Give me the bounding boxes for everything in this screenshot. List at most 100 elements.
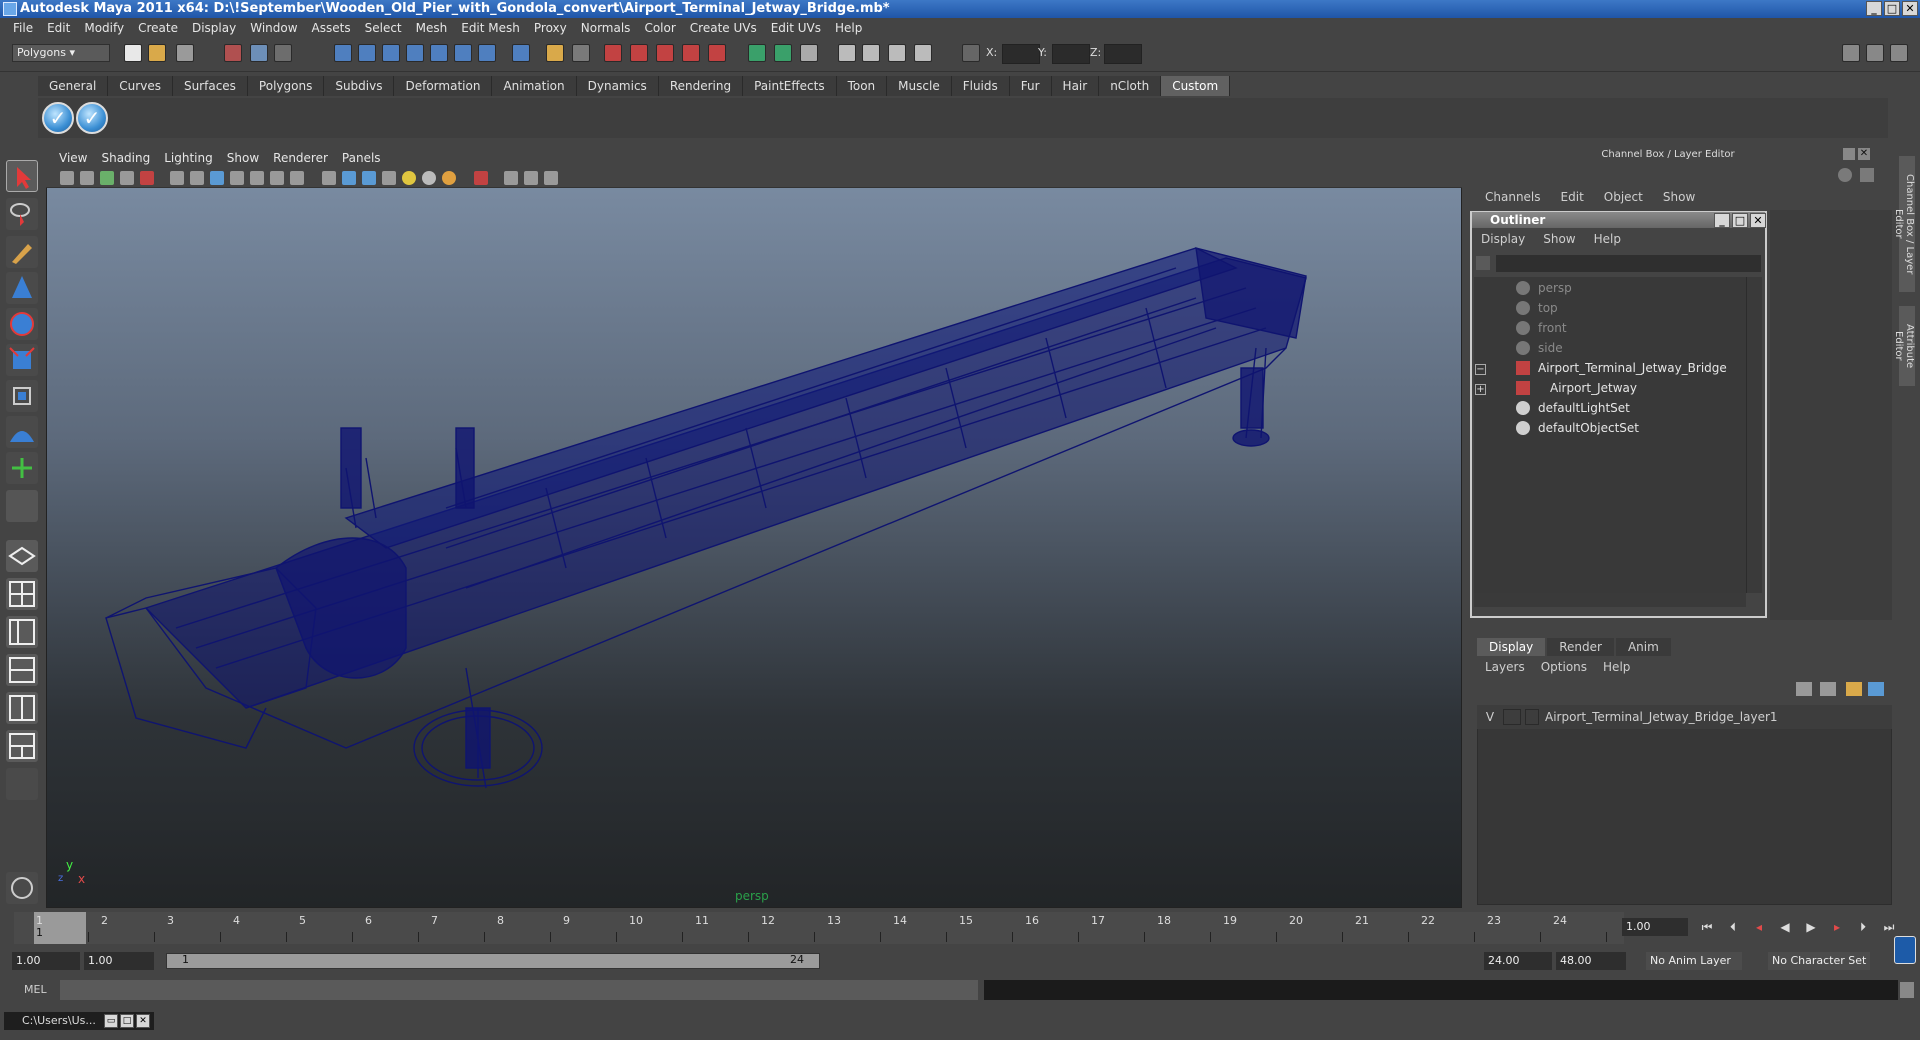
shelf-check-icon[interactable]: ✓: [42, 102, 74, 134]
wireframe-icon[interactable]: [322, 171, 336, 185]
menu-modify[interactable]: Modify: [77, 21, 131, 35]
viewport-menu-view[interactable]: View: [52, 151, 94, 165]
field-chart-icon[interactable]: [250, 171, 264, 185]
snap-point-icon[interactable]: [382, 44, 400, 62]
menu-create-uvs[interactable]: Create UVs: [683, 21, 764, 35]
menu-normals[interactable]: Normals: [574, 21, 638, 35]
menu-display[interactable]: Display: [185, 21, 243, 35]
layer-visibility-toggle[interactable]: V: [1477, 710, 1503, 724]
xray-icon[interactable]: [914, 44, 932, 62]
time-slider[interactable]: [14, 912, 1624, 944]
shelf-tab-curves[interactable]: Curves: [108, 76, 173, 96]
layout-single-icon[interactable]: [1842, 44, 1860, 62]
outliner-item[interactable]: front: [1516, 318, 1567, 338]
snap-grid-icon[interactable]: [334, 44, 352, 62]
paint-select-tool-icon[interactable]: [6, 236, 38, 268]
soft-modification-icon[interactable]: [6, 416, 38, 448]
side-tab-attribute-editor[interactable]: Attribute Editor: [1893, 306, 1915, 386]
layout-custom-icon[interactable]: [6, 730, 38, 762]
safe-title-icon[interactable]: [290, 171, 304, 185]
create-layer-from-selected-icon[interactable]: [1868, 682, 1884, 696]
panel-close-icon[interactable]: ✕: [1858, 148, 1870, 160]
shelf-tab-ncloth[interactable]: nCloth: [1099, 76, 1162, 96]
mel-command-input[interactable]: [60, 980, 978, 1000]
outliner-item[interactable]: defaultLightSet: [1516, 398, 1630, 418]
layout-hypershade-icon[interactable]: [6, 692, 38, 724]
mel-label[interactable]: MEL: [24, 983, 47, 996]
channel-box-toggle-icon[interactable]: [800, 44, 818, 62]
save-scene-icon[interactable]: [176, 44, 194, 62]
character-set-select[interactable]: No Character Set: [1768, 952, 1870, 970]
channel-box-menu-object[interactable]: Object: [1594, 190, 1653, 208]
outliner-horizontal-scrollbar[interactable]: [1474, 593, 1746, 607]
close-button[interactable]: ✕: [1902, 1, 1918, 16]
panel-float-icon[interactable]: [1843, 148, 1855, 160]
image-plane-icon[interactable]: [120, 171, 134, 185]
outliner-item[interactable]: side: [1516, 338, 1563, 358]
animation-start-field[interactable]: 1.00: [12, 952, 80, 970]
step-forward-key-icon[interactable]: ▸: [1828, 918, 1846, 936]
outliner-filter-field[interactable]: [1496, 255, 1761, 272]
current-frame-field[interactable]: 1.00: [1622, 918, 1688, 936]
show-grid-icon[interactable]: [838, 44, 856, 62]
playback-end-field[interactable]: 24.00: [1484, 952, 1552, 970]
menu-select[interactable]: Select: [358, 21, 409, 35]
move-layer-down-icon[interactable]: [1820, 682, 1836, 696]
snap-view-plane-icon[interactable]: [406, 44, 424, 62]
construction-icon[interactable]: [478, 44, 496, 62]
select-object-icon[interactable]: [250, 44, 268, 62]
layer-menu-help[interactable]: Help: [1595, 660, 1638, 674]
minimize-button[interactable]: _: [1866, 1, 1882, 16]
menu-proxy[interactable]: Proxy: [527, 21, 574, 35]
step-forward-frame-icon[interactable]: ⏵: [1854, 918, 1872, 936]
lock-icon[interactable]: [546, 44, 564, 62]
outliner-maximize-button[interactable]: □: [1732, 213, 1748, 228]
play-backwards-icon[interactable]: ◀: [1776, 918, 1794, 936]
rotate-tool-icon[interactable]: [6, 308, 38, 340]
new-scene-icon[interactable]: [124, 44, 142, 62]
outliner-vertical-scrollbar[interactable]: [1746, 277, 1762, 593]
hud-icon[interactable]: [504, 171, 518, 185]
layer-tab-anim[interactable]: Anim: [1615, 638, 1671, 656]
isolate-select-viewport-icon[interactable]: [474, 171, 488, 185]
menu-create[interactable]: Create: [131, 21, 185, 35]
jetway-bridge-wireframe[interactable]: [46, 188, 1462, 908]
z-field[interactable]: [1104, 44, 1142, 64]
task-maximize-button[interactable]: □: [120, 1014, 134, 1028]
layout-graph-persp-icon[interactable]: [6, 654, 38, 686]
shelf-tab-fur[interactable]: Fur: [1009, 76, 1052, 96]
auto-key-icon[interactable]: [1894, 936, 1916, 964]
help-icon[interactable]: [512, 44, 530, 62]
outliner-item[interactable]: Airport_Jetway: [1516, 378, 1637, 398]
shadows-icon[interactable]: [442, 171, 456, 185]
absolute-transform-icon[interactable]: [962, 44, 980, 62]
shelf-tab-custom[interactable]: Custom: [1161, 76, 1231, 96]
x-field[interactable]: [1002, 44, 1040, 64]
make-live-icon[interactable]: [430, 44, 448, 62]
share-icon[interactable]: [544, 171, 558, 185]
create-empty-layer-icon[interactable]: [1846, 682, 1862, 696]
universal-manipulator-icon[interactable]: [6, 380, 38, 412]
task-close-button[interactable]: ✕: [136, 1014, 150, 1028]
film-gate-icon[interactable]: [190, 171, 204, 185]
ipr-render-icon[interactable]: [630, 44, 648, 62]
menu-mesh[interactable]: Mesh: [409, 21, 455, 35]
history-icon[interactable]: [454, 44, 472, 62]
layout-single-pane-icon[interactable]: [6, 540, 38, 572]
layer-row[interactable]: V Airport_Terminal_Jetway_Bridge_layer1: [1477, 705, 1892, 729]
layout-four-pane-icon[interactable]: [6, 578, 38, 610]
render-view-icon[interactable]: [708, 44, 726, 62]
layer-menu-options[interactable]: Options: [1533, 660, 1595, 674]
outliner-menu-show[interactable]: Show: [1534, 232, 1584, 246]
layer-tab-render[interactable]: Render: [1547, 638, 1614, 656]
xray-joints-icon[interactable]: [524, 171, 538, 185]
menu-edit[interactable]: Edit: [40, 21, 77, 35]
hypershade-icon[interactable]: [682, 44, 700, 62]
script-editor-icon[interactable]: [6, 872, 38, 904]
shelf-tab-surfaces[interactable]: Surfaces: [172, 76, 248, 96]
maximize-button[interactable]: □: [1884, 1, 1900, 16]
shelf-tab-fluids[interactable]: Fluids: [951, 76, 1010, 96]
viewport-menu-shading[interactable]: Shading: [94, 151, 157, 165]
outliner-menu-display[interactable]: Display: [1472, 232, 1534, 246]
menu-file[interactable]: File: [6, 21, 40, 35]
